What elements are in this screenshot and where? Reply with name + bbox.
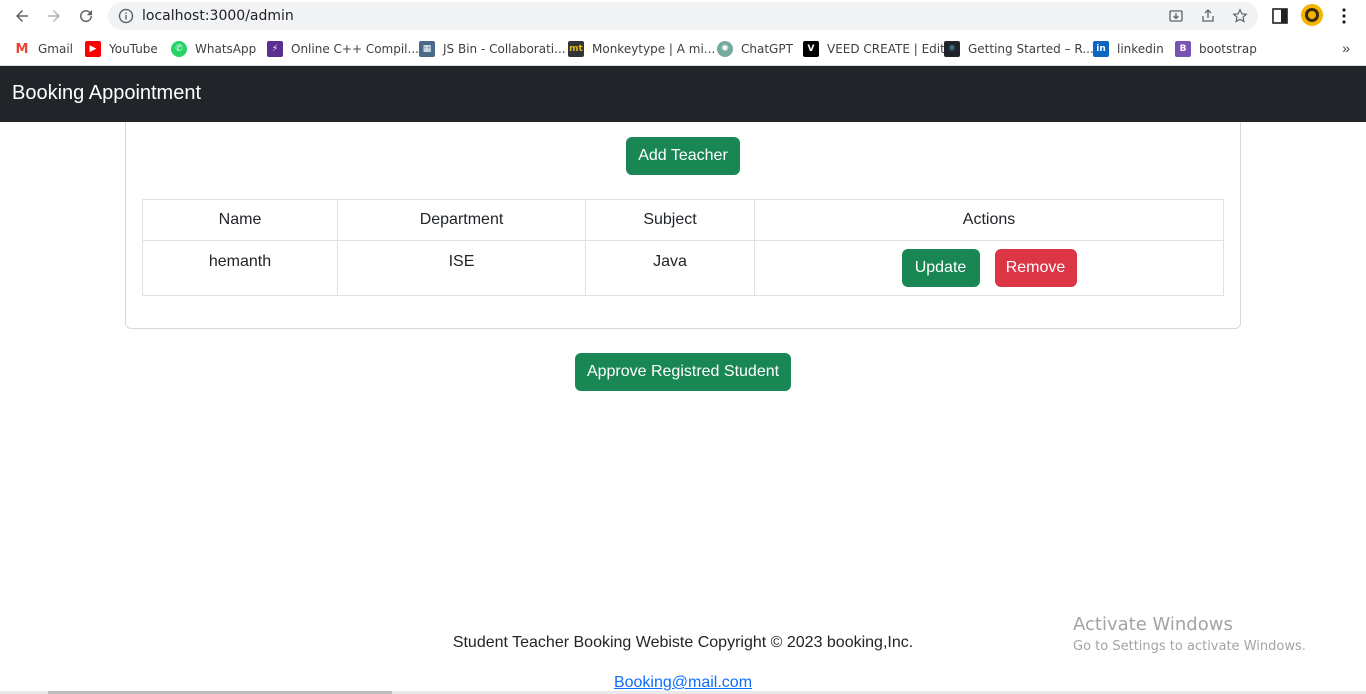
remove-button[interactable]: Remove (994, 249, 1077, 287)
column-header-name: Name (142, 199, 338, 241)
app-navbar: Booking Appointment (0, 66, 1366, 122)
windows-watermark: Activate Windows Go to Settings to activ… (1073, 614, 1306, 654)
bookmark-youtube[interactable]: ▶ YouTube (85, 39, 158, 59)
chatgpt-icon: ✺ (717, 41, 733, 57)
bookmark-cpp-compiler[interactable]: ⚡ Online C++ Compil... (267, 39, 419, 59)
info-icon[interactable] (118, 8, 134, 24)
bootstrap-icon: B (1175, 41, 1191, 57)
bookmark-whatsapp[interactable]: ✆ WhatsApp (171, 39, 256, 59)
install-icon[interactable] (1168, 8, 1184, 24)
menu-dots-icon[interactable] (1334, 6, 1354, 26)
bookmark-label: linkedin (1117, 42, 1164, 56)
teachers-table: Name Department Subject Actions hemanth … (142, 199, 1224, 296)
update-button[interactable]: Update (901, 249, 980, 287)
react-icon: ⚛ (944, 41, 960, 57)
linkedin-icon: in (1093, 41, 1109, 57)
navbar-brand[interactable]: Booking Appointment (12, 82, 201, 105)
bookmark-veed[interactable]: V VEED CREATE | Edit (803, 39, 945, 59)
bookmark-jsbin[interactable]: ▦ JS Bin - Collaborati... (419, 39, 566, 59)
column-header-department: Department (337, 199, 586, 241)
bookmark-label: Monkeytype | A mi... (592, 42, 716, 56)
bookmark-react[interactable]: ⚛ Getting Started – R... (944, 39, 1094, 59)
bookmark-label: VEED CREATE | Edit (827, 42, 945, 56)
veed-icon: V (803, 41, 819, 57)
table-row: hemanth ISE Java Update Remove (142, 240, 1224, 296)
bookmark-label: Gmail (38, 42, 74, 56)
watermark-title: Activate Windows (1073, 614, 1233, 635)
cell-subject: Java (585, 240, 755, 296)
url-text: localhost:3000/admin (142, 8, 294, 24)
bookmark-linkedin[interactable]: in linkedin (1093, 39, 1164, 59)
cell-actions: Update Remove (754, 240, 1224, 296)
star-icon[interactable] (1232, 8, 1248, 24)
bookmarks-bar: M Gmail ▶ YouTube ✆ WhatsApp ⚡ Online C++ Co… (0, 32, 1366, 66)
forward-icon[interactable] (42, 4, 66, 28)
bookmark-label: Online C++ Compil... (291, 42, 419, 56)
gmail-icon: M (14, 41, 30, 57)
whatsapp-icon: ✆ (171, 41, 187, 57)
profile-avatar-icon[interactable] (1300, 3, 1324, 27)
bookmarks-overflow-icon[interactable]: » (1342, 40, 1350, 56)
youtube-icon: ▶ (85, 41, 101, 57)
bookmark-label: WhatsApp (195, 42, 257, 56)
reload-icon[interactable] (74, 4, 98, 28)
approve-registered-student-button[interactable]: Approve Registred Student (575, 353, 791, 391)
bookmark-label: YouTube (109, 42, 158, 56)
bookmark-label: Getting Started – R... (968, 42, 1094, 56)
footer-email-link[interactable]: Booking@mail.com (614, 674, 752, 691)
table-header-row: Name Department Subject Actions (142, 199, 1224, 241)
bookmark-label: bootstrap (1199, 42, 1257, 56)
cell-department: ISE (337, 240, 586, 296)
monkeytype-icon: mt (568, 41, 584, 57)
column-header-subject: Subject (585, 199, 755, 241)
address-bar[interactable]: localhost:3000/admin (108, 2, 1258, 30)
bookmark-monkeytype[interactable]: mt Monkeytype | A mi... (568, 39, 715, 59)
footer-email-wrap: Booking@mail.com (0, 674, 1366, 692)
bookmark-gmail[interactable]: M Gmail (14, 39, 73, 59)
share-icon[interactable] (1200, 8, 1216, 24)
add-teacher-button[interactable]: Add Teacher (626, 137, 740, 175)
jsbin-icon: ▦ (419, 41, 435, 57)
bookmark-chatgpt[interactable]: ✺ ChatGPT (717, 39, 793, 59)
replit-icon: ⚡ (267, 41, 283, 57)
side-panel-icon[interactable] (1270, 6, 1290, 26)
browser-toolbar: localhost:3000/admin (0, 0, 1366, 32)
cell-name: hemanth (142, 240, 338, 296)
bookmark-label: ChatGPT (741, 42, 793, 56)
back-icon[interactable] (10, 4, 34, 28)
column-header-actions: Actions (754, 199, 1224, 241)
watermark-subtitle: Go to Settings to activate Windows. (1073, 639, 1306, 654)
bookmark-label: JS Bin - Collaborati... (443, 42, 566, 56)
bookmark-bootstrap[interactable]: Bbootstrap (1175, 39, 1257, 59)
